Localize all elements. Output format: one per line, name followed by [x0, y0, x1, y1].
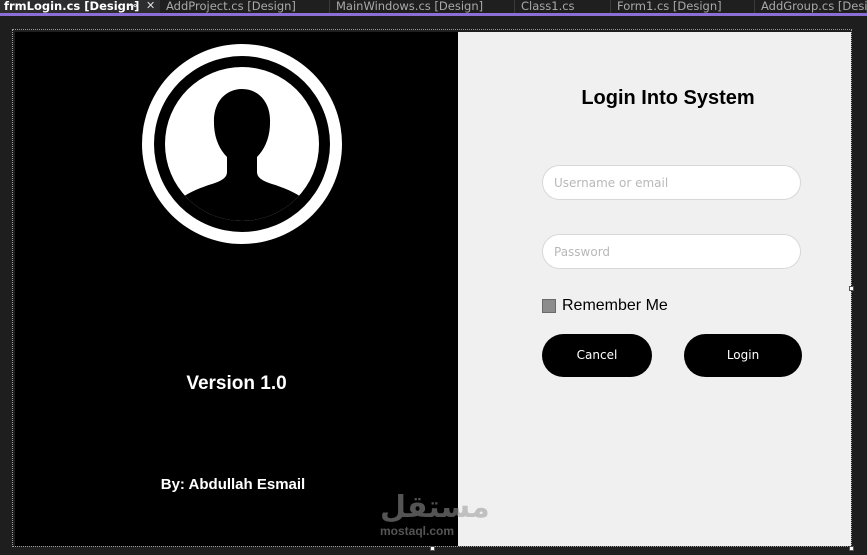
watermark-glyph: مستقل: [380, 490, 490, 525]
tab-frmlogin-design[interactable]: frmLogin.cs [Design] ⊸ ✕: [0, 0, 160, 13]
tab-mainwindows-design[interactable]: MainWindows.cs [Design]: [330, 0, 515, 13]
login-form-panel: Login Into System Remember Me Cancel Log…: [458, 32, 851, 546]
watermark-text: mostaql.com: [380, 524, 455, 538]
close-icon[interactable]: ✕: [146, 0, 155, 12]
tab-addproject-design[interactable]: AddProject.cs [Design]: [160, 0, 330, 13]
login-title: Login Into System: [581, 87, 755, 109]
watermark-logo: مستقل mostaql.com: [380, 490, 490, 546]
login-button[interactable]: Login: [684, 334, 802, 377]
tab-class1[interactable]: Class1.cs: [515, 0, 611, 13]
user-silhouette-icon: [142, 44, 342, 244]
left-branding-panel: Version 1.0 By: Abdullah Esmail: [15, 32, 458, 546]
pin-icon[interactable]: ⊸: [128, 0, 137, 12]
tab-label: Form1.cs [Design]: [617, 0, 722, 13]
username-input[interactable]: [542, 165, 801, 200]
tab-label: AddGroup.cs [Design]: [761, 0, 867, 13]
tab-label: frmLogin.cs [Design]: [4, 0, 140, 13]
tab-addgroup-design[interactable]: AddGroup.cs [Design]: [755, 0, 867, 13]
password-input[interactable]: [542, 234, 801, 269]
remember-me-label: Remember Me: [562, 296, 668, 314]
resize-handle-right[interactable]: [849, 286, 854, 291]
resize-handle-corner[interactable]: [849, 546, 854, 551]
version-label: Version 1.0: [186, 373, 287, 394]
tab-form1-design[interactable]: Form1.cs [Design]: [611, 0, 755, 13]
tab-label: MainWindows.cs [Design]: [336, 0, 484, 13]
tab-label: Class1.cs: [521, 0, 575, 13]
remember-me-option[interactable]: Remember Me: [542, 297, 668, 314]
tab-label: AddProject.cs [Design]: [166, 0, 296, 13]
remember-me-checkbox[interactable]: [542, 298, 556, 313]
document-tab-strip: frmLogin.cs [Design] ⊸ ✕ AddProject.cs […: [0, 0, 867, 13]
cancel-button[interactable]: Cancel: [542, 334, 652, 377]
resize-handle-bottom[interactable]: [430, 546, 435, 551]
